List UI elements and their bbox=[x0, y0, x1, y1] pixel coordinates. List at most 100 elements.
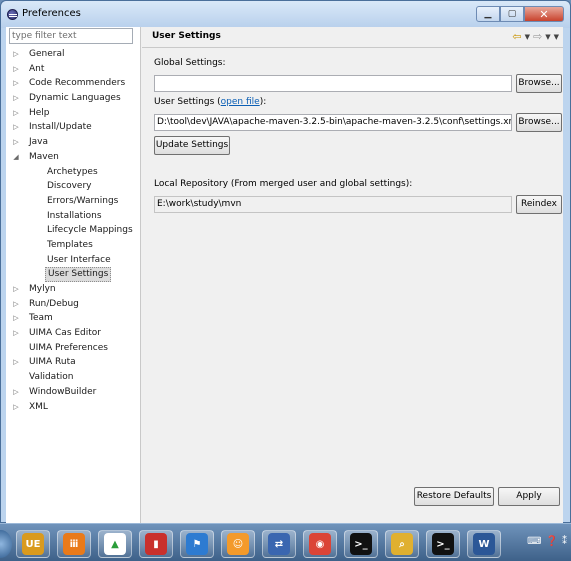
tray-arrow-icon[interactable]: ⁑ bbox=[562, 536, 567, 547]
tree-item[interactable]: ▷ Java bbox=[6, 135, 141, 150]
tree-item[interactable]: Discovery bbox=[6, 179, 141, 194]
collapsed-arrow-icon[interactable]: ▷ bbox=[12, 91, 20, 106]
close-button[interactable]: ✕ bbox=[524, 6, 564, 22]
tree-item[interactable]: ▷ Install/Update bbox=[6, 120, 141, 135]
collapsed-arrow-icon[interactable]: ▷ bbox=[12, 355, 20, 370]
title-bar: Preferences ▁ ▢ ✕ bbox=[1, 1, 570, 28]
forward-arrow-icon[interactable]: ⇨ bbox=[533, 30, 542, 43]
tree-item[interactable]: ▷ Mylyn bbox=[6, 282, 141, 297]
tree-item-label: Dynamic Languages bbox=[29, 93, 121, 104]
tree-item[interactable]: ▷ UIMA Cas Editor bbox=[6, 326, 141, 341]
taskbar-terminal-2-glyph: >_ bbox=[432, 533, 454, 555]
tree-item[interactable]: Errors/Warnings bbox=[6, 194, 141, 209]
collapsed-arrow-icon[interactable]: ▷ bbox=[12, 62, 20, 77]
forward-dropdown-icon[interactable]: ▼ bbox=[545, 33, 550, 41]
tree-item[interactable]: Archetypes bbox=[6, 165, 141, 180]
help-icon[interactable]: ❓ bbox=[546, 536, 558, 547]
tree-item[interactable]: ◢ Maven bbox=[6, 150, 141, 165]
tree-item[interactable]: User Interface bbox=[6, 253, 141, 268]
start-orb-icon[interactable] bbox=[0, 530, 12, 558]
collapsed-arrow-icon[interactable]: ▷ bbox=[12, 76, 20, 91]
tree-item[interactable]: ▷ General bbox=[6, 47, 141, 62]
tree-item-label: Code Recommenders bbox=[29, 78, 126, 89]
tree-item-label: Install/Update bbox=[29, 122, 92, 133]
view-menu-icon[interactable]: ▼ bbox=[554, 33, 559, 41]
taskbar-app-orange-glyph: ⅲ bbox=[63, 533, 85, 555]
taskbar-terminal-2-icon[interactable]: >_ bbox=[426, 530, 460, 558]
taskbar-app-flag-icon[interactable]: ⚑ bbox=[180, 530, 214, 558]
collapsed-arrow-icon[interactable]: ▷ bbox=[12, 47, 20, 62]
tree-item[interactable]: ▷ Ant bbox=[6, 62, 141, 77]
taskbar-ultraedit-icon[interactable]: UE bbox=[16, 530, 50, 558]
taskbar-app-book-icon[interactable]: ▮ bbox=[139, 530, 173, 558]
page-header: User Settings ⇦ ▼ ⇨ ▼ ▼ bbox=[142, 27, 563, 47]
tree-item[interactable]: Templates bbox=[6, 238, 141, 253]
update-settings-button[interactable]: Update Settings bbox=[154, 136, 230, 155]
collapsed-arrow-icon[interactable]: ▷ bbox=[12, 106, 20, 121]
tree-item-label: Java bbox=[29, 137, 49, 148]
tree-item[interactable]: ▷ Run/Debug bbox=[6, 297, 141, 312]
page-navigation: ⇦ ▼ ⇨ ▼ ▼ bbox=[512, 30, 559, 43]
collapsed-arrow-icon[interactable]: ▷ bbox=[12, 400, 20, 415]
expanded-arrow-icon[interactable]: ◢ bbox=[12, 150, 20, 165]
collapsed-arrow-icon[interactable]: ▷ bbox=[12, 120, 20, 135]
taskbar-app-chart-glyph: ▲ bbox=[104, 533, 126, 555]
page-title: User Settings bbox=[152, 31, 221, 41]
taskbar-chrome-glyph: ◉ bbox=[309, 533, 331, 555]
preference-tree-pane: type filter text ▷ General ▷ Ant ▷ Code Recom… bbox=[6, 27, 141, 523]
taskbar-app-chart-icon[interactable]: ▲ bbox=[98, 530, 132, 558]
taskbar-word-icon[interactable]: W bbox=[467, 530, 501, 558]
tree-item[interactable]: ▷ UIMA Ruta bbox=[6, 355, 141, 370]
tree-item[interactable]: ▷ WindowBuilder bbox=[6, 385, 141, 400]
back-dropdown-icon[interactable]: ▼ bbox=[525, 33, 530, 41]
filter-input[interactable]: type filter text bbox=[9, 28, 133, 44]
taskbar-terminal-1-icon[interactable]: >_ bbox=[344, 530, 378, 558]
apply-button[interactable]: Apply bbox=[498, 487, 560, 506]
dialog-client: type filter text ▷ General ▷ Ant ▷ Code Recom… bbox=[6, 27, 563, 523]
global-browse-button[interactable]: Browse... bbox=[516, 74, 562, 93]
keyboard-icon[interactable]: ⌨ bbox=[527, 536, 541, 547]
tree-item-label: UIMA Cas Editor bbox=[29, 328, 102, 339]
tree-item[interactable]: ▷ Team bbox=[6, 311, 141, 326]
back-arrow-icon[interactable]: ⇦ bbox=[512, 30, 521, 43]
window-controls: ▁ ▢ ✕ bbox=[476, 6, 564, 22]
tree-item-label: UIMA Ruta bbox=[29, 357, 76, 368]
tree-item[interactable]: UIMA Preferences bbox=[6, 341, 141, 356]
collapsed-arrow-icon[interactable]: ▷ bbox=[12, 297, 20, 312]
tree-item[interactable]: Installations bbox=[6, 209, 141, 224]
window-title: Preferences bbox=[22, 8, 81, 19]
tree-item[interactable]: User Settings bbox=[6, 267, 141, 283]
global-settings-field[interactable] bbox=[154, 75, 512, 92]
collapsed-arrow-icon[interactable]: ▷ bbox=[12, 311, 20, 326]
taskbar-app-face-icon[interactable]: ☺ bbox=[221, 530, 255, 558]
tree-item[interactable]: ▷ Code Recommenders bbox=[6, 76, 141, 91]
collapsed-arrow-icon[interactable]: ▷ bbox=[12, 282, 20, 297]
collapsed-arrow-icon[interactable]: ▷ bbox=[12, 135, 20, 150]
tree-item[interactable]: ▷ XML bbox=[6, 400, 141, 415]
tree-item-label: General bbox=[29, 49, 65, 59]
taskbar-app-face-glyph: ☺ bbox=[227, 533, 249, 555]
tree-item[interactable]: ▷ Help bbox=[6, 106, 141, 121]
tree-item-label: WindowBuilder bbox=[29, 386, 97, 397]
taskbar-app-network-icon[interactable]: ⇄ bbox=[262, 530, 296, 558]
taskbar-magnifier-icon[interactable]: ⌕ bbox=[385, 530, 419, 558]
restore-defaults-button[interactable]: Restore Defaults bbox=[414, 487, 494, 506]
collapsed-arrow-icon[interactable]: ▷ bbox=[12, 326, 20, 341]
taskbar: UE ⅲ ▲ ▮ ⚑ ☺ ⇄ ◉ >_ ⌕ >_ W ⌨ ❓ ⁑ bbox=[0, 523, 571, 561]
user-browse-button[interactable]: Browse... bbox=[516, 113, 562, 132]
reindex-button[interactable]: Reindex bbox=[516, 195, 562, 214]
minimize-button[interactable]: ▁ bbox=[476, 6, 500, 22]
open-file-link[interactable]: open file bbox=[221, 97, 260, 107]
preference-tree: ▷ General ▷ Ant ▷ Code Recommenders ▷ Dynamic L… bbox=[6, 47, 141, 414]
taskbar-chrome-icon[interactable]: ◉ bbox=[303, 530, 337, 558]
collapsed-arrow-icon[interactable]: ▷ bbox=[12, 385, 20, 400]
tree-item[interactable]: ▷ Dynamic Languages bbox=[6, 91, 141, 106]
maximize-button[interactable]: ▢ bbox=[500, 6, 524, 22]
tree-item[interactable]: Validation bbox=[6, 370, 141, 385]
tree-item-label: Validation bbox=[29, 372, 74, 383]
taskbar-app-orange-icon[interactable]: ⅲ bbox=[57, 530, 91, 558]
tree-item[interactable]: Lifecycle Mappings bbox=[6, 223, 141, 238]
user-settings-field[interactable]: D:\tool\dev\JAVA\apache-maven-3.2.5-bin\… bbox=[154, 114, 512, 131]
tree-item-label: Templates bbox=[47, 239, 93, 250]
tree-item-label: Team bbox=[29, 313, 53, 324]
